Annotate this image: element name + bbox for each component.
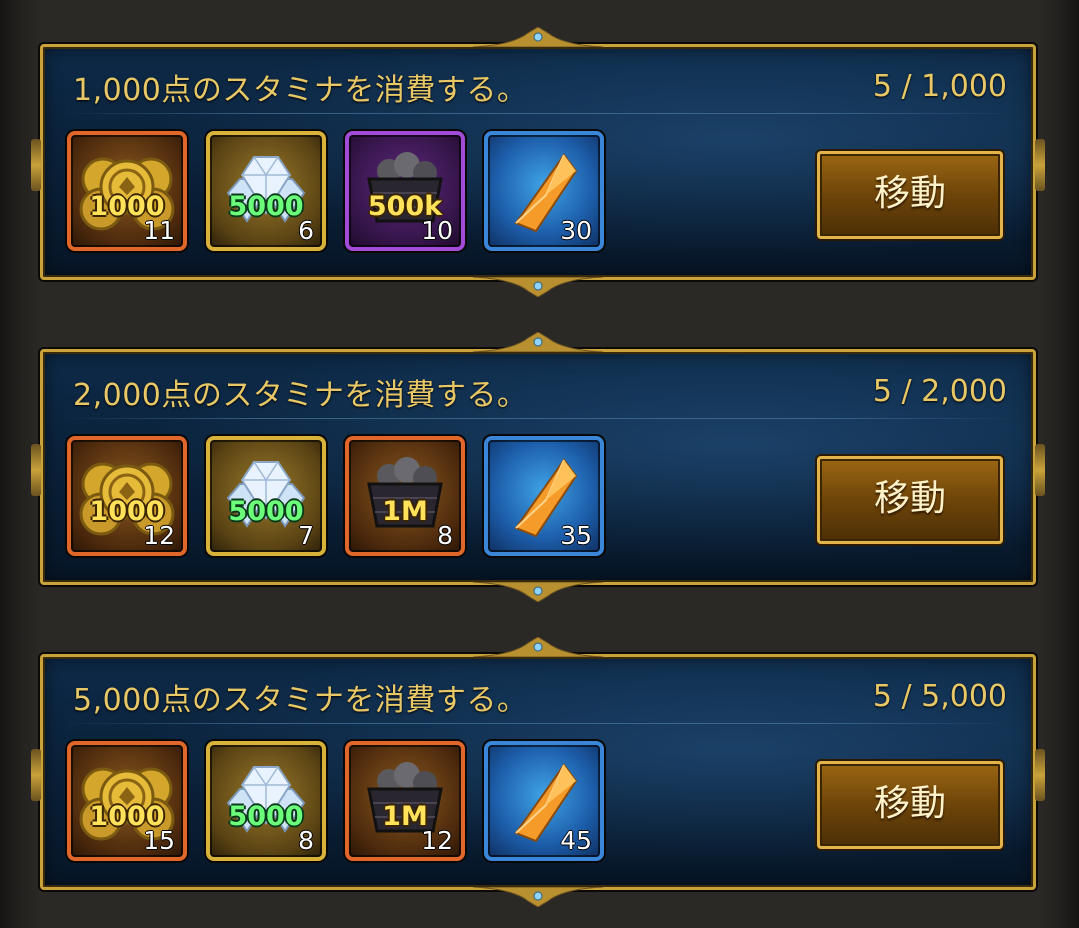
quest-progress: 5 / 1,000 (872, 69, 1007, 104)
divider (61, 113, 1015, 114)
reward-slot[interactable]: 500k 10 (345, 131, 465, 251)
quest-progress: 5 / 5,000 (872, 679, 1007, 714)
quest-progress: 5 / 2,000 (872, 374, 1007, 409)
reward-slot[interactable]: 1000 11 (67, 131, 187, 251)
quest-panel: 5,000点のスタミナを消費する。 5 / 5,000 1000 15 5000… (31, 637, 1045, 907)
quest-title: 5,000点のスタミナを消費する。 (73, 683, 528, 718)
move-button[interactable]: 移動 (817, 151, 1003, 239)
ornament-top (473, 637, 603, 657)
reward-slot[interactable]: 5000 8 (206, 741, 326, 861)
reward-slot[interactable]: 30 (484, 131, 604, 251)
reward-slot[interactable]: 1M 12 (345, 741, 465, 861)
side-ornament-right (1035, 139, 1045, 191)
quest-panel: 1,000点のスタミナを消費する。 5 / 1,000 1000 11 5000… (31, 27, 1045, 297)
quest-title: 1,000点のスタミナを消費する。 (73, 73, 528, 108)
reward-count: 8 (437, 521, 453, 550)
move-button[interactable]: 移動 (817, 761, 1003, 849)
reward-count: 30 (560, 216, 592, 245)
ornament-bottom (473, 887, 603, 907)
reward-slot[interactable]: 1M 8 (345, 436, 465, 556)
reward-count: 35 (560, 521, 592, 550)
reward-count: 8 (298, 826, 314, 855)
reward-slot[interactable]: 45 (484, 741, 604, 861)
reward-slot[interactable]: 5000 7 (206, 436, 326, 556)
side-ornament-left (31, 139, 41, 191)
divider (61, 723, 1015, 724)
quest-title: 2,000点のスタミナを消費する。 (73, 378, 528, 413)
reward-count: 12 (421, 826, 453, 855)
side-ornament-right (1035, 749, 1045, 801)
reward-count: 45 (560, 826, 592, 855)
reward-slot[interactable]: 5000 6 (206, 131, 326, 251)
reward-count: 12 (143, 521, 175, 550)
ornament-bottom (473, 582, 603, 602)
side-ornament-left (31, 749, 41, 801)
reward-count: 15 (143, 826, 175, 855)
side-ornament-left (31, 444, 41, 496)
side-ornament-right (1035, 444, 1045, 496)
reward-count: 10 (421, 216, 453, 245)
reward-count: 6 (298, 216, 314, 245)
reward-slot[interactable]: 1000 15 (67, 741, 187, 861)
move-button[interactable]: 移動 (817, 456, 1003, 544)
quest-panel: 2,000点のスタミナを消費する。 5 / 2,000 1000 12 5000… (31, 332, 1045, 602)
divider (61, 418, 1015, 419)
reward-slot[interactable]: 1000 12 (67, 436, 187, 556)
reward-count: 7 (298, 521, 314, 550)
ornament-top (473, 332, 603, 352)
reward-count: 11 (143, 216, 175, 245)
reward-slot[interactable]: 35 (484, 436, 604, 556)
ornament-bottom (473, 277, 603, 297)
ornament-top (473, 27, 603, 47)
